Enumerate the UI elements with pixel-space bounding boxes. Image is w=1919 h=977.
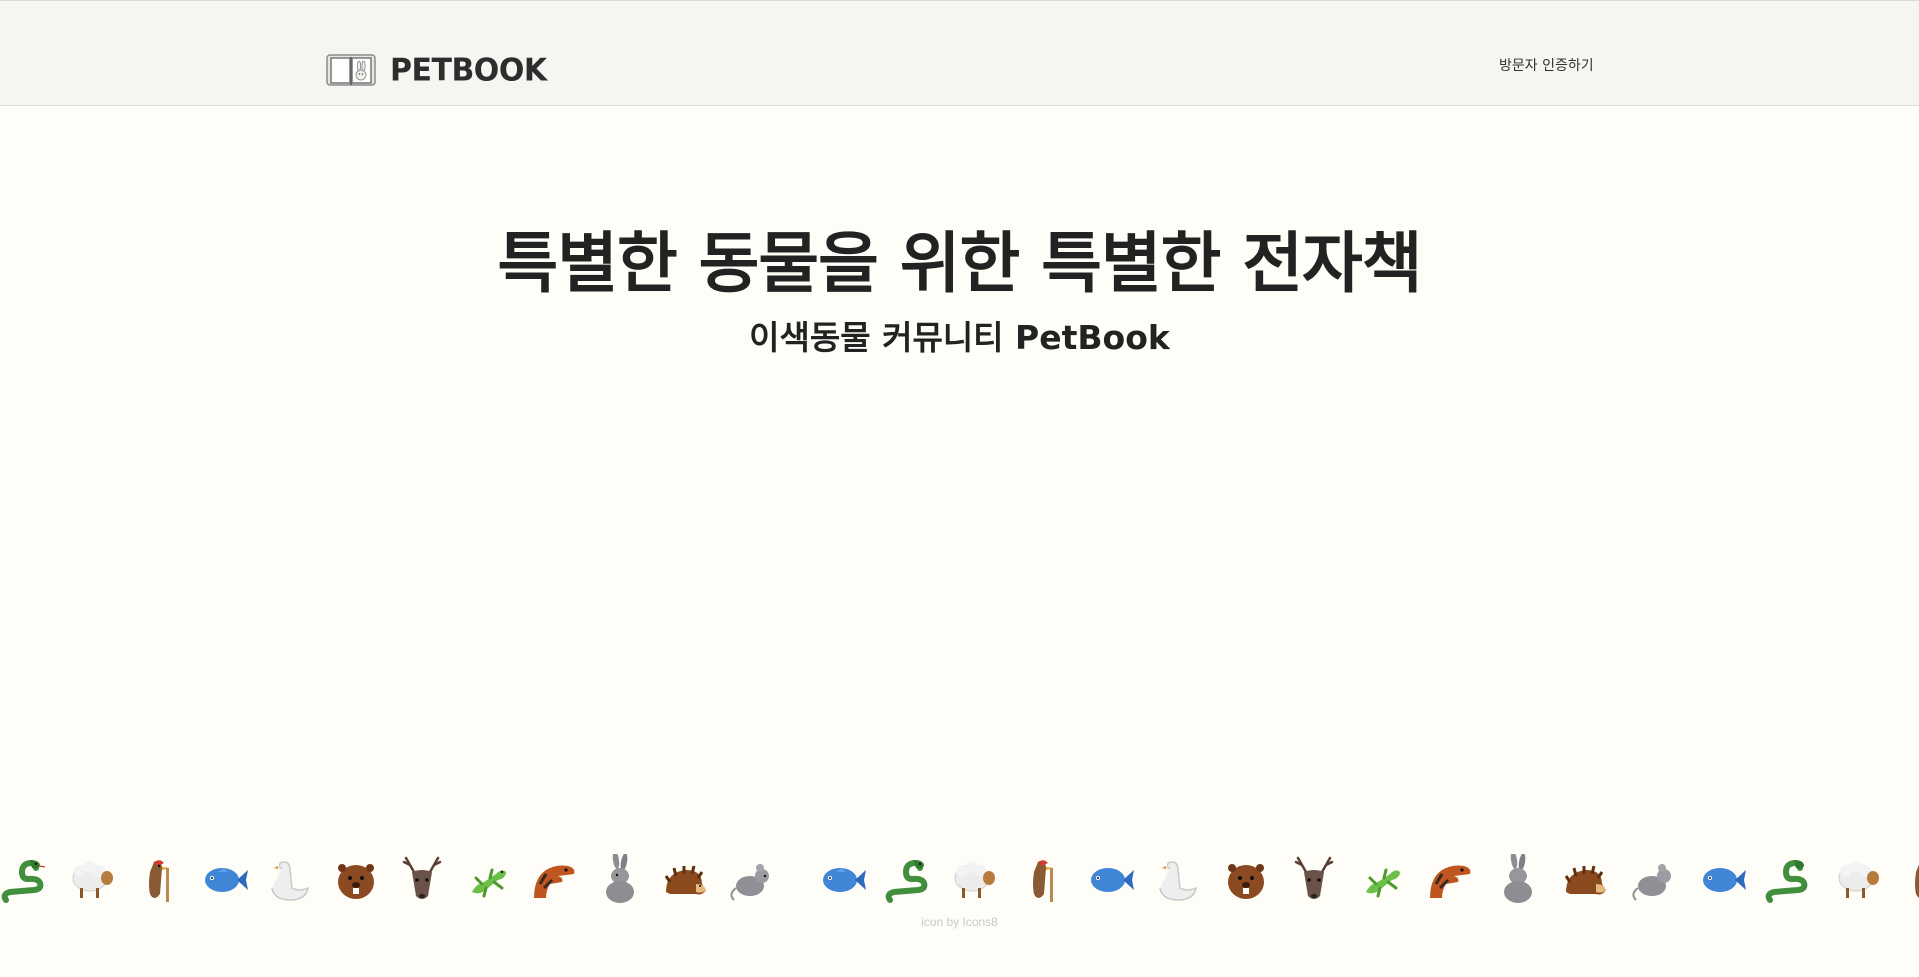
beaver-icon: [1228, 864, 1264, 899]
deer-icon: [1294, 856, 1334, 899]
site-header: PETBOOK 방문자 인증하기: [0, 0, 1919, 106]
petbook-logo-link[interactable]: PETBOOK: [326, 51, 547, 89]
fish-icon: [1703, 868, 1746, 892]
beaver-icon: [338, 864, 374, 899]
lizard-icon: [472, 868, 506, 898]
rabbit-icon: [1504, 854, 1532, 903]
snake-icon: [1765, 859, 1808, 903]
fish-icon: [1091, 868, 1134, 892]
sheep-icon: [954, 861, 995, 898]
hedgehog-icon: [664, 865, 706, 895]
sheep-icon: [72, 861, 113, 898]
book-logo-icon: [326, 54, 376, 86]
hedgehog-icon: [1564, 865, 1606, 895]
deer-icon: [402, 856, 442, 899]
sheep-icon: [1838, 861, 1879, 898]
swan-icon: [271, 861, 309, 901]
snake-icon: [1, 859, 46, 903]
woodpecker-icon: [1033, 860, 1054, 902]
dinosaur-icon: [534, 865, 575, 898]
animal-marquee: [0, 854, 1919, 912]
lizard-icon: [1366, 868, 1400, 898]
woodpecker-icon: [1915, 864, 1919, 898]
snake-icon: [885, 859, 928, 903]
mouse-icon: [730, 864, 769, 901]
rabbit-icon: [606, 854, 634, 903]
hero-title: 특별한 동물을 위한 특별한 전자책: [497, 225, 1423, 302]
dinosaur-icon: [1430, 865, 1471, 898]
woodpecker-icon: [149, 860, 170, 902]
icons8-credit: icon by Icons8: [921, 915, 998, 929]
fish-icon: [823, 868, 866, 892]
mouse-icon: [1632, 864, 1671, 901]
swan-icon: [1159, 861, 1197, 901]
visitor-verify-link[interactable]: 방문자 인증하기: [1499, 55, 1594, 75]
hero-subtitle: 이색동물 커뮤니티 PetBook: [749, 318, 1170, 357]
fish-icon: [205, 868, 248, 892]
logo-text: PETBOOK: [390, 51, 547, 89]
